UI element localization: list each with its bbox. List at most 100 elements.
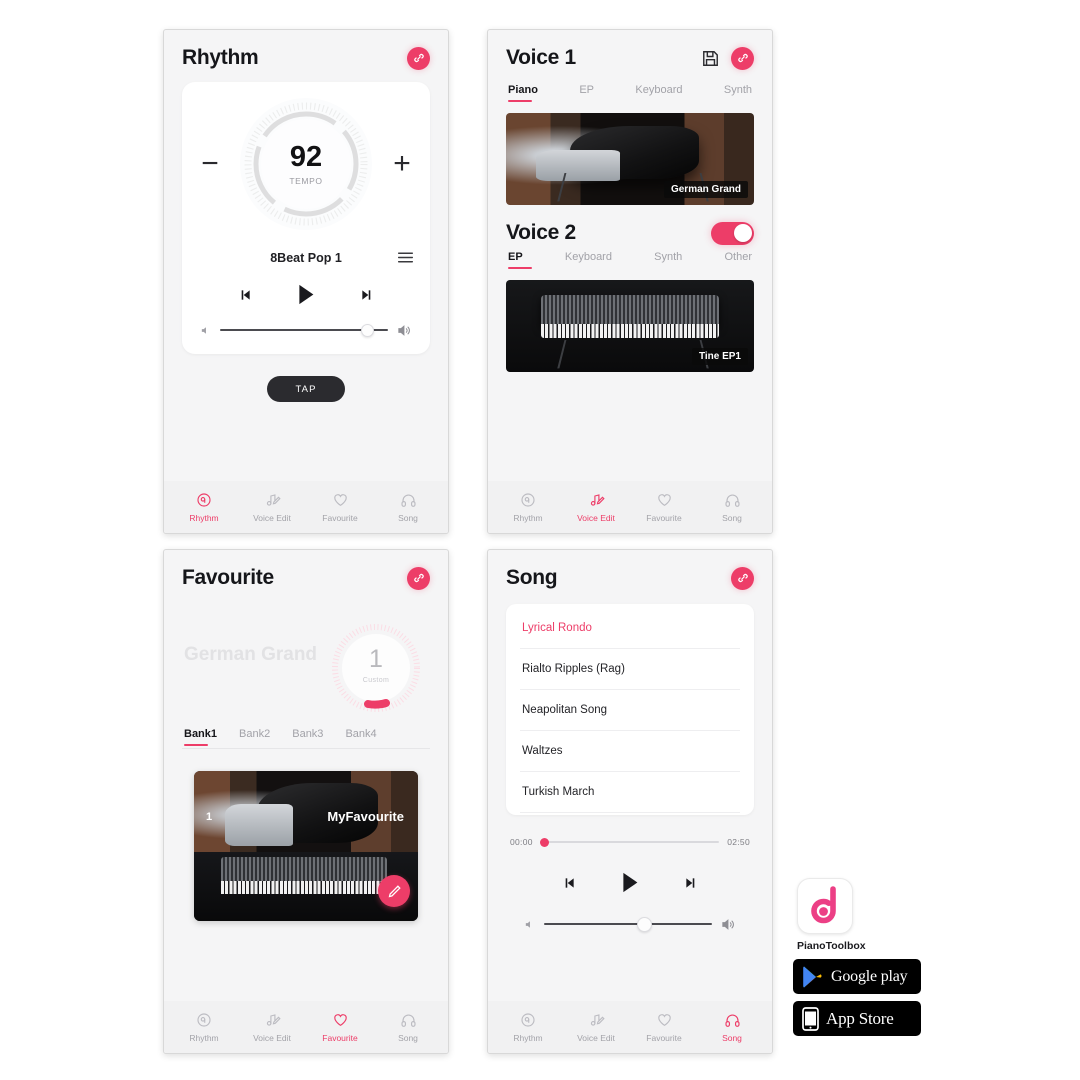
slider-knob[interactable] xyxy=(637,916,653,932)
bottom-nav-rhythm: Rhythm Voice Edit Favourite Song xyxy=(164,481,448,533)
voice1-tabs: Piano EP Keyboard Synth xyxy=(506,78,754,104)
favourite-body: German Grand 1 Custom Bank1 Bank2 Bank3 … xyxy=(164,598,448,1001)
tab-keyboard[interactable]: Keyboard xyxy=(635,84,682,104)
tempo-dial[interactable]: 92 TEMPO xyxy=(238,96,374,232)
song-body: Lyrical Rondo Rialto Ripples (Rag) Neapo… xyxy=(488,598,772,1001)
link-icon[interactable] xyxy=(407,46,430,70)
prev-icon[interactable] xyxy=(561,875,577,891)
next-icon[interactable] xyxy=(359,287,375,303)
voice-body: Piano EP Keyboard Synth German Grand Voi… xyxy=(488,78,772,481)
slider-knob[interactable] xyxy=(361,323,375,337)
song-volume-slider[interactable] xyxy=(544,916,712,932)
ep-body-shape xyxy=(220,856,387,881)
tap-button[interactable]: TAP xyxy=(267,376,345,402)
nav-label: Rhythm xyxy=(189,513,219,523)
nav-item-song[interactable]: Song xyxy=(698,1011,766,1043)
pianotoolbox-logo xyxy=(797,878,853,934)
nav-label: Favourite xyxy=(646,513,682,523)
link-icon[interactable] xyxy=(731,566,754,590)
headphones-icon xyxy=(400,1011,417,1029)
tab-piano[interactable]: Piano xyxy=(508,84,538,104)
progress-knob[interactable] xyxy=(539,837,549,847)
nav-item-rhythm[interactable]: Rhythm xyxy=(494,491,562,523)
nav-item-voice-edit[interactable]: Voice Edit xyxy=(562,1011,630,1043)
phone-panel-favourite: Favourite German Grand 1 Custom Bank1 Ba… xyxy=(163,549,449,1054)
volume-high-icon xyxy=(721,917,736,932)
upright-piano-shape xyxy=(225,804,293,846)
tab-bank4[interactable]: Bank4 xyxy=(345,728,376,748)
tab-ep[interactable]: EP xyxy=(508,251,532,271)
rhythm-pattern-name[interactable]: 8Beat Pop 1 xyxy=(215,251,397,265)
favourite-card-name: MyFavourite xyxy=(327,809,404,824)
nav-item-rhythm[interactable]: Rhythm xyxy=(170,1011,238,1043)
nav-item-song[interactable]: Song xyxy=(698,491,766,523)
app-store-badge[interactable]: App Store xyxy=(793,1001,921,1036)
ep-legs xyxy=(556,339,709,369)
tab-synth[interactable]: Synth xyxy=(654,251,682,271)
favourite-bank-tabs: Bank1 Bank2 Bank3 Bank4 xyxy=(182,722,430,749)
list-icon[interactable] xyxy=(397,250,414,265)
tab-bank2[interactable]: Bank2 xyxy=(239,728,270,748)
nav-item-voice-edit[interactable]: Voice Edit xyxy=(562,491,630,523)
list-item[interactable]: Rialto Ripples (Rag) xyxy=(520,649,740,690)
list-item[interactable]: Lyrical Rondo xyxy=(520,608,740,649)
phone-panel-voice: Voice 1 Piano EP Keyboard Synth German G… xyxy=(487,29,773,534)
nav-item-favourite[interactable]: Favourite xyxy=(630,1011,698,1043)
voice-edit-icon xyxy=(588,491,605,509)
tab-ep[interactable]: EP xyxy=(579,84,594,104)
nav-item-favourite[interactable]: Favourite xyxy=(306,491,374,523)
play-icon[interactable] xyxy=(295,283,316,306)
tempo-control: − 92 TEMPO + xyxy=(182,96,430,232)
voice-edit-icon xyxy=(588,1011,605,1029)
tab-synth[interactable]: Synth xyxy=(724,84,752,104)
tempo-decrease-button[interactable]: − xyxy=(196,149,224,179)
voice2-toggle[interactable] xyxy=(711,221,754,245)
page-title: Song xyxy=(506,566,558,589)
voice1-preset-card[interactable]: German Grand xyxy=(506,113,754,205)
tempo-value: 92 xyxy=(289,140,323,173)
song-list: Lyrical Rondo Rialto Ripples (Rag) Neapo… xyxy=(506,604,754,815)
next-icon[interactable] xyxy=(683,875,699,891)
nav-item-song[interactable]: Song xyxy=(374,491,442,523)
favourite-card-index: 1 xyxy=(206,811,213,823)
pencil-icon[interactable] xyxy=(378,875,410,907)
nav-item-rhythm[interactable]: Rhythm xyxy=(494,1011,562,1043)
tempo-increase-button[interactable]: + xyxy=(388,149,416,179)
nav-label: Song xyxy=(398,513,418,523)
list-item[interactable]: Turkish March xyxy=(520,772,740,813)
prev-icon[interactable] xyxy=(237,287,253,303)
progress-track xyxy=(540,841,720,843)
list-item[interactable]: Neapolitan Song xyxy=(520,690,740,731)
voice2-title: Voice 2 xyxy=(506,221,576,244)
tab-keyboard[interactable]: Keyboard xyxy=(565,251,612,271)
nav-item-song[interactable]: Song xyxy=(374,1011,442,1043)
ep-keys-shape xyxy=(220,880,387,894)
rhythm-volume-slider[interactable] xyxy=(220,322,388,338)
favourite-dial[interactable]: 1 Custom xyxy=(328,620,424,716)
tab-bank1[interactable]: Bank1 xyxy=(184,728,217,748)
nav-label: Favourite xyxy=(322,513,358,523)
nav-item-favourite[interactable]: Favourite xyxy=(630,491,698,523)
link-icon[interactable] xyxy=(731,46,754,70)
play-icon[interactable] xyxy=(619,871,640,894)
tab-other[interactable]: Other xyxy=(724,251,752,271)
nav-item-voice-edit[interactable]: Voice Edit xyxy=(238,491,306,523)
rhythm-icon xyxy=(196,491,212,509)
rhythm-header: Rhythm xyxy=(164,30,448,78)
volume-high-icon xyxy=(397,323,412,338)
nav-item-voice-edit[interactable]: Voice Edit xyxy=(238,1011,306,1043)
rhythm-transport xyxy=(182,265,430,306)
save-icon[interactable] xyxy=(701,49,720,68)
song-header-actions xyxy=(731,566,754,590)
nav-item-favourite[interactable]: Favourite xyxy=(306,1011,374,1043)
favourite-card[interactable]: 1 MyFavourite xyxy=(194,771,418,921)
song-progress-slider[interactable] xyxy=(539,835,720,849)
link-icon[interactable] xyxy=(407,566,430,590)
list-item[interactable]: Waltzes xyxy=(520,731,740,772)
rhythm-icon xyxy=(520,491,536,509)
google-play-badge[interactable]: Google play xyxy=(793,959,921,994)
tab-bank3[interactable]: Bank3 xyxy=(292,728,323,748)
nav-item-rhythm[interactable]: Rhythm xyxy=(170,491,238,523)
voice2-preset-card[interactable]: Tine EP1 xyxy=(506,280,754,372)
rhythm-card: − 92 TEMPO + 8Beat Pop 1 xyxy=(182,82,430,354)
